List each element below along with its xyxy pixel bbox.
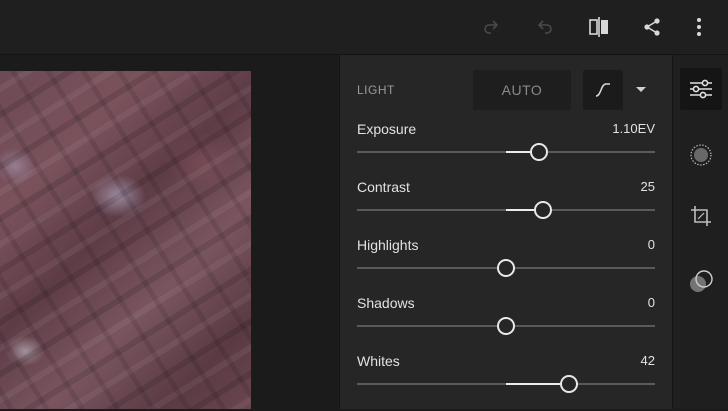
share-icon[interactable] [637, 12, 667, 42]
slider-track[interactable] [357, 259, 655, 277]
section-title: LIGHT [357, 83, 395, 97]
undo-icon[interactable] [530, 12, 560, 42]
compare-icon[interactable] [584, 12, 614, 42]
presets-icon[interactable] [680, 261, 722, 303]
slider-thumb[interactable] [529, 143, 548, 161]
light-panel: LIGHT AUTO Exposure 1.10EV Contrast 25 H… [339, 55, 673, 409]
slider-label: Shadows [357, 295, 415, 311]
slider-contrast[interactable]: Contrast 25 [357, 179, 655, 237]
tone-curve-icon [595, 83, 610, 97]
slider-thumb[interactable] [497, 259, 515, 277]
chevron-down-icon[interactable] [629, 79, 653, 101]
auto-button[interactable]: AUTO [473, 70, 571, 110]
selective-brush-icon[interactable] [680, 134, 722, 176]
slider-label: Contrast [357, 179, 410, 195]
slider-track[interactable] [357, 317, 655, 335]
edit-sliders-icon[interactable] [680, 68, 722, 110]
photo-canvas[interactable] [0, 55, 338, 409]
tool-rail [672, 55, 728, 409]
slider-label: Whites [357, 353, 400, 369]
slider-track[interactable] [357, 201, 655, 219]
slider-thumb[interactable] [497, 317, 515, 335]
slider-value: 0 [647, 237, 655, 252]
slider-whites[interactable]: Whites 42 [357, 353, 655, 411]
slider-label: Exposure [357, 121, 417, 137]
photo-image[interactable] [0, 71, 251, 409]
slider-thumb[interactable] [534, 201, 553, 219]
slider-track[interactable] [357, 143, 655, 161]
slider-shadows[interactable]: Shadows 0 [357, 295, 655, 353]
top-toolbar [0, 0, 728, 55]
slider-thumb[interactable] [559, 375, 578, 393]
slider-value: 0 [647, 295, 655, 310]
redo-icon[interactable] [476, 12, 506, 42]
slider-track[interactable] [357, 375, 655, 393]
slider-label: Highlights [357, 237, 419, 253]
slider-exposure[interactable]: Exposure 1.10EV [357, 121, 655, 179]
slider-value: 1.10EV [612, 121, 655, 136]
crop-icon[interactable] [680, 195, 722, 237]
tone-curve-button[interactable] [583, 70, 623, 110]
slider-value: 42 [640, 353, 655, 368]
slider-value: 25 [640, 179, 655, 194]
slider-highlights[interactable]: Highlights 0 [357, 237, 655, 295]
more-icon[interactable] [684, 12, 714, 42]
